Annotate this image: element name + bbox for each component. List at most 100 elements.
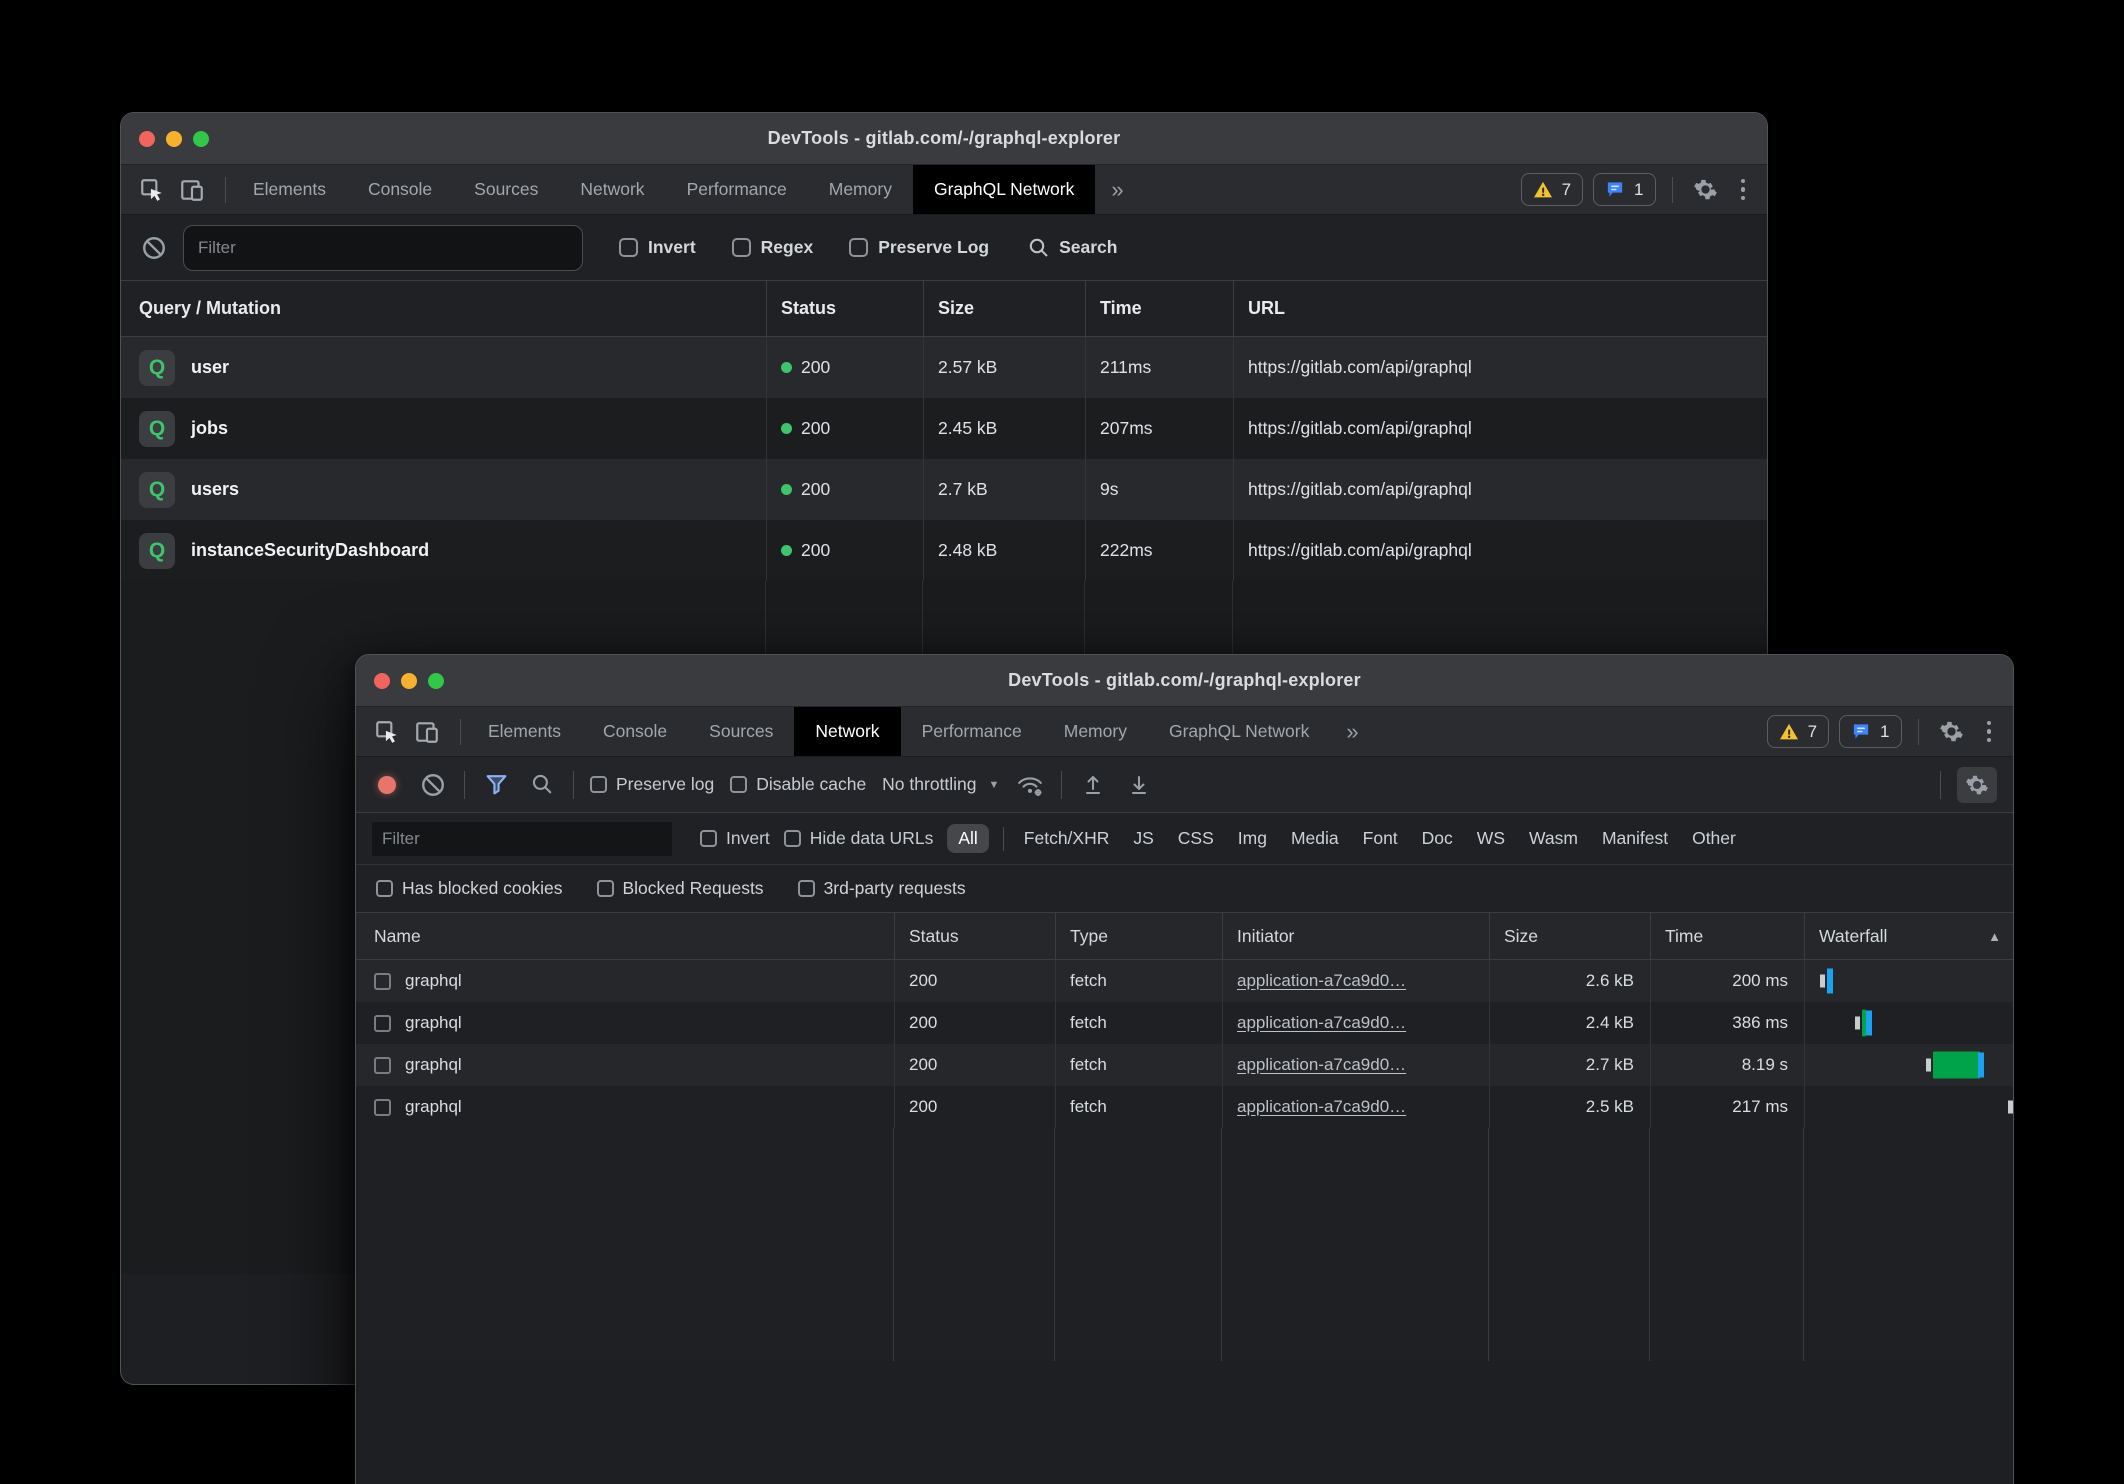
tab-memory[interactable]: Memory <box>808 165 913 214</box>
disable-cache-checkbox-group[interactable]: Disable cache <box>730 774 866 795</box>
hide-data-urls-checkbox-group[interactable]: Hide data URLs <box>784 828 934 849</box>
minimize-window-button[interactable] <box>166 131 182 147</box>
request-type-chip-img[interactable]: Img <box>1232 824 1273 853</box>
titlebar[interactable]: DevTools - gitlab.com/-/graphql-explorer <box>356 655 2013 707</box>
issues-badge[interactable]: 1 <box>1839 715 1901 748</box>
request-type-chip-js[interactable]: JS <box>1127 824 1159 853</box>
tab-sources[interactable]: Sources <box>688 707 794 756</box>
request-type-chip-fetch-xhr[interactable]: Fetch/XHR <box>1018 824 1116 853</box>
request-type-chip-wasm[interactable]: Wasm <box>1523 824 1584 853</box>
graphql-table-row[interactable]: Qusers 200 2.7 kB 9s https://gitlab.com/… <box>121 459 1767 520</box>
disable-cache-checkbox[interactable] <box>730 776 747 793</box>
network-filter-input[interactable] <box>372 822 672 856</box>
preserve-log-checkbox[interactable] <box>849 238 868 257</box>
column-header-waterfall[interactable]: Waterfall ▲ <box>1804 913 2013 959</box>
blocked-requests-checkbox[interactable] <box>597 880 614 897</box>
inspect-element-icon[interactable] <box>370 715 404 749</box>
clear-icon[interactable] <box>139 233 169 263</box>
request-type-chip-media[interactable]: Media <box>1285 824 1345 853</box>
more-tabs-icon[interactable]: » <box>1330 707 1374 756</box>
initiator-link[interactable]: application-a7ca9d0… <box>1237 1055 1406 1075</box>
close-window-button[interactable] <box>374 673 390 689</box>
tab-graphql-network[interactable]: GraphQL Network <box>913 165 1095 214</box>
invert-checkbox[interactable] <box>700 830 717 847</box>
search-icon[interactable] <box>527 770 557 800</box>
regex-checkbox-group[interactable]: Regex <box>732 237 814 258</box>
row-checkbox[interactable] <box>374 973 391 990</box>
graphql-table-row[interactable]: Qjobs 200 2.45 kB 207ms https://gitlab.c… <box>121 398 1767 459</box>
request-type-chip-all[interactable]: All <box>947 824 988 853</box>
network-request-row[interactable]: graphql 200 fetch application-a7ca9d0… 2… <box>356 1086 2013 1128</box>
third-party-requests-checkbox[interactable] <box>798 880 815 897</box>
third-party-requests-checkbox-group[interactable]: 3rd-party requests <box>798 878 966 899</box>
tab-elements[interactable]: Elements <box>232 165 347 214</box>
initiator-link[interactable]: application-a7ca9d0… <box>1237 1097 1406 1117</box>
search-control[interactable]: Search <box>1027 236 1117 260</box>
preserve-log-checkbox-group[interactable]: Preserve log <box>590 774 714 795</box>
request-type-chip-ws[interactable]: WS <box>1471 824 1511 853</box>
column-header-name[interactable]: Name <box>356 913 894 959</box>
network-request-row[interactable]: graphql 200 fetch application-a7ca9d0… 2… <box>356 1002 2013 1044</box>
request-type-chip-other[interactable]: Other <box>1686 824 1742 853</box>
hide-data-urls-checkbox[interactable] <box>784 830 801 847</box>
column-header-initiator[interactable]: Initiator <box>1222 913 1489 959</box>
column-header-size[interactable]: Size <box>1489 913 1650 959</box>
more-options-icon[interactable] <box>1733 179 1754 201</box>
export-har-icon[interactable] <box>1124 770 1154 800</box>
tab-performance[interactable]: Performance <box>901 707 1043 756</box>
tab-performance[interactable]: Performance <box>666 165 808 214</box>
column-header-query-mutation[interactable]: Query / Mutation <box>121 281 766 336</box>
tab-network[interactable]: Network <box>794 707 900 756</box>
column-header-size[interactable]: Size <box>923 281 1085 336</box>
tab-sources[interactable]: Sources <box>453 165 559 214</box>
initiator-link[interactable]: application-a7ca9d0… <box>1237 1013 1406 1033</box>
issues-badge[interactable]: 1 <box>1593 173 1655 206</box>
column-header-type[interactable]: Type <box>1055 913 1222 959</box>
preserve-log-checkbox[interactable] <box>590 776 607 793</box>
import-har-icon[interactable] <box>1078 770 1108 800</box>
row-checkbox[interactable] <box>374 1015 391 1032</box>
graphql-table-row[interactable]: Quser 200 2.57 kB 211ms https://gitlab.c… <box>121 337 1767 398</box>
column-header-time[interactable]: Time <box>1650 913 1804 959</box>
network-conditions-icon[interactable] <box>1015 770 1045 800</box>
more-options-icon[interactable] <box>1979 721 2000 743</box>
request-type-chip-doc[interactable]: Doc <box>1416 824 1459 853</box>
request-type-chip-font[interactable]: Font <box>1357 824 1404 853</box>
network-request-row[interactable]: graphql 200 fetch application-a7ca9d0… 2… <box>356 1044 2013 1086</box>
tab-console[interactable]: Console <box>347 165 453 214</box>
network-settings-gear-icon[interactable] <box>1957 767 1997 803</box>
blocked-requests-checkbox-group[interactable]: Blocked Requests <box>597 878 764 899</box>
column-header-time[interactable]: Time <box>1085 281 1233 336</box>
network-request-row[interactable]: graphql 200 fetch application-a7ca9d0… 2… <box>356 960 2013 1002</box>
row-checkbox[interactable] <box>374 1099 391 1116</box>
tab-console[interactable]: Console <box>582 707 688 756</box>
column-header-status[interactable]: Status <box>894 913 1055 959</box>
throttling-dropdown[interactable]: No throttling ▼ <box>882 774 999 795</box>
tab-elements[interactable]: Elements <box>467 707 582 756</box>
minimize-window-button[interactable] <box>401 673 417 689</box>
more-tabs-icon[interactable]: » <box>1095 165 1139 214</box>
inspect-element-icon[interactable] <box>135 173 169 207</box>
settings-gear-icon[interactable] <box>1689 173 1723 207</box>
warnings-badge[interactable]: 7 <box>1767 715 1829 748</box>
tab-graphql-network[interactable]: GraphQL Network <box>1148 707 1330 756</box>
record-network-log-icon[interactable] <box>372 770 402 800</box>
row-checkbox[interactable] <box>374 1057 391 1074</box>
request-type-chip-manifest[interactable]: Manifest <box>1596 824 1674 853</box>
has-blocked-cookies-checkbox[interactable] <box>376 880 393 897</box>
initiator-link[interactable]: application-a7ca9d0… <box>1237 971 1406 991</box>
filter-funnel-icon[interactable] <box>481 770 511 800</box>
invert-checkbox-group[interactable]: Invert <box>700 828 770 849</box>
titlebar[interactable]: DevTools - gitlab.com/-/graphql-explorer <box>121 113 1767 165</box>
preserve-log-checkbox-group[interactable]: Preserve Log <box>849 237 989 258</box>
column-header-status[interactable]: Status <box>766 281 923 336</box>
column-header-url[interactable]: URL <box>1233 281 1767 336</box>
regex-checkbox[interactable] <box>732 238 751 257</box>
clear-network-log-icon[interactable] <box>418 770 448 800</box>
invert-checkbox[interactable] <box>619 238 638 257</box>
tab-network[interactable]: Network <box>559 165 665 214</box>
tab-memory[interactable]: Memory <box>1043 707 1148 756</box>
zoom-window-button[interactable] <box>193 131 209 147</box>
close-window-button[interactable] <box>139 131 155 147</box>
device-toolbar-icon[interactable] <box>175 173 209 207</box>
